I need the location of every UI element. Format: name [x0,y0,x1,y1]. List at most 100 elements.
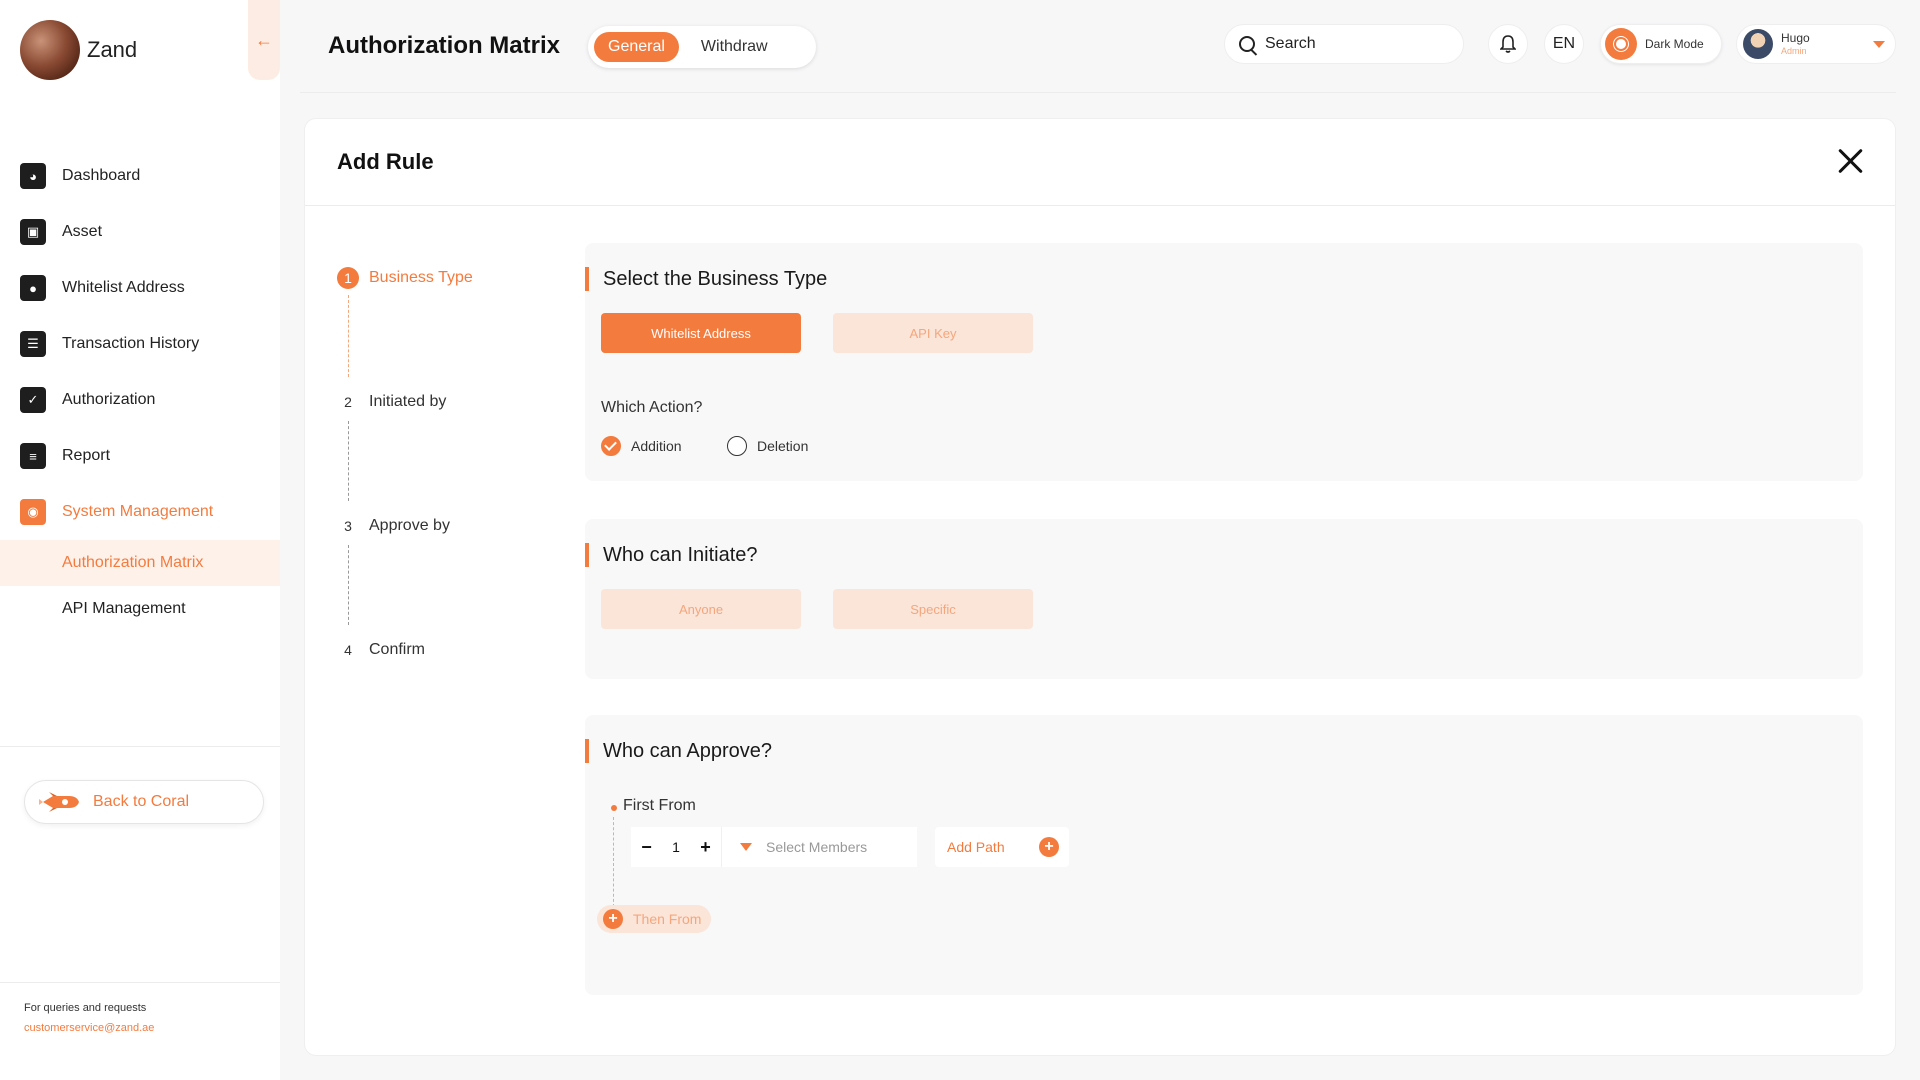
step-connector [348,295,349,377]
panel-title: Add Rule [337,149,434,174]
chevron-down-icon [1873,41,1885,48]
step-number: 1 [337,267,359,289]
page-title: Authorization Matrix [328,32,560,59]
whitelist-address-option[interactable]: Whitelist Address [601,313,801,353]
initiate-section: Who can Initiate? Anyone Specific [585,519,1863,679]
sidebar-item-whitelist-address[interactable]: ● Whitelist Address [0,260,280,316]
deletion-radio[interactable]: Deletion [727,436,808,456]
tab-withdraw[interactable]: Withdraw [687,32,782,62]
radio-label: Deletion [757,438,809,454]
add-circle-icon: + [603,909,623,929]
approve-section: Who can Approve? First From − 1 + Select… [585,715,1863,995]
step-initiated-by[interactable]: 2 Initiated by [337,391,446,413]
sidebar-item-label: System Management [62,503,214,520]
user-menu[interactable]: Hugo Admin [1736,24,1896,64]
members-placeholder: Select Members [766,839,868,855]
sidebar-item-label: Dashboard [62,167,141,184]
sidebar-item-report[interactable]: ≡ Report [0,428,280,484]
sidebar-divider [0,746,280,747]
panel-divider [305,205,1895,206]
dark-mode-label: Dark Mode [1645,37,1704,51]
user-role: Admin [1781,46,1807,56]
approver-count: 1 [672,839,680,855]
user-info: Hugo Admin [1781,31,1810,57]
first-from-label: First From [623,797,696,814]
sidebar-subitem-label: API Management [62,600,186,617]
business-type-section: Select the Business Type Whitelist Addre… [585,243,1863,481]
approver-count-stepper: − 1 + [631,827,721,867]
user-name: Hugo [1781,31,1810,45]
step-number: 2 [344,394,352,410]
language-button[interactable]: EN [1544,24,1584,64]
step-connector [348,421,349,501]
search-input[interactable]: Search [1224,24,1464,64]
sidebar-item-authorization[interactable]: ✓ Authorization [0,372,280,428]
path-connector [613,817,614,907]
sidebar-item-label: Whitelist Address [62,279,185,296]
step-confirm[interactable]: 4 Confirm [337,639,425,661]
collapse-sidebar-icon[interactable]: ← [248,0,280,80]
tab-general[interactable]: General [594,32,679,62]
sidebar-item-label: Asset [62,223,103,240]
anyone-option[interactable]: Anyone [601,589,801,629]
step-approve-by[interactable]: 3 Approve by [337,515,450,537]
dark-mode-toggle[interactable]: Dark Mode [1600,24,1722,64]
radio-checked-icon [601,436,621,456]
search-label: Search [1265,35,1316,52]
system-icon: ◉ [20,499,46,525]
location-book-icon: ● [20,275,46,301]
header-divider [300,92,1896,93]
minus-icon[interactable]: − [641,837,652,858]
step-business-type[interactable]: 1 Business Type [337,267,473,289]
report-icon: ≡ [20,443,46,469]
sidebar-item-label: Report [62,447,111,464]
rocket-icon [39,792,79,812]
add-path-button[interactable]: Add Path + [935,827,1069,867]
dashboard-icon: ◕ [20,163,46,189]
radio-unchecked-icon [727,436,747,456]
select-members-dropdown[interactable]: Select Members [721,827,917,867]
sidebar-subitem-authorization-matrix[interactable]: Authorization Matrix [0,540,280,586]
sidebar-item-dashboard[interactable]: ◕ Dashboard [0,148,280,204]
back-to-coral-label: Back to Coral [93,793,190,810]
sidebar-subitem-api-management[interactable]: API Management [0,586,280,632]
add-path-label: Add Path [947,839,1005,855]
then-from-button[interactable]: + Then From [597,905,712,933]
back-to-coral-button[interactable]: Back to Coral [24,780,264,824]
radio-label: Addition [631,438,682,454]
specific-option[interactable]: Specific [833,589,1033,629]
notification-button[interactable] [1488,24,1528,64]
brand-name: Zand [87,37,138,62]
plus-icon[interactable]: + [700,837,711,858]
close-icon[interactable] [1837,147,1865,175]
sidebar: ← Zand ◕ Dashboard ▣ Asset ● Whitelist A… [0,0,280,1080]
addition-radio[interactable]: Addition [601,436,682,456]
sidebar-subitem-label: Authorization Matrix [62,554,204,571]
sidebar-item-transaction-history[interactable]: ☰ Transaction History [0,316,280,372]
section-title: Who can Approve? [585,739,772,763]
logo-mark [20,20,80,80]
step-number: 3 [344,518,352,534]
sidebar-item-label: Transaction History [62,335,200,352]
then-from-label: Then From [633,911,702,927]
brand-logo[interactable]: Zand [20,20,137,80]
api-key-option[interactable]: API Key [833,313,1033,353]
bell-icon [1500,35,1516,53]
avatar [1743,29,1773,59]
section-title: Select the Business Type [585,267,827,291]
main-nav: ◕ Dashboard ▣ Asset ● Whitelist Address … [0,148,280,632]
top-header: Authorization Matrix General Withdraw Se… [280,0,1920,92]
step-label: Approve by [369,517,450,534]
check-calendar-icon: ✓ [20,387,46,413]
add-rule-panel: Add Rule 1 Business Type 2 Initiated by … [304,118,1896,1056]
section-title: Who can Initiate? [585,543,758,567]
add-circle-icon: + [1039,837,1059,857]
sidebar-item-asset[interactable]: ▣ Asset [0,204,280,260]
support-email-link[interactable]: customerservice@zand.ae [24,1022,154,1034]
step-label: Initiated by [369,393,447,410]
step-label: Confirm [369,641,426,658]
step-label: Business Type [369,269,473,286]
search-icon [1239,36,1255,52]
sidebar-item-label: Authorization [62,391,156,408]
sidebar-item-system-management[interactable]: ◉ System Management [0,484,280,540]
